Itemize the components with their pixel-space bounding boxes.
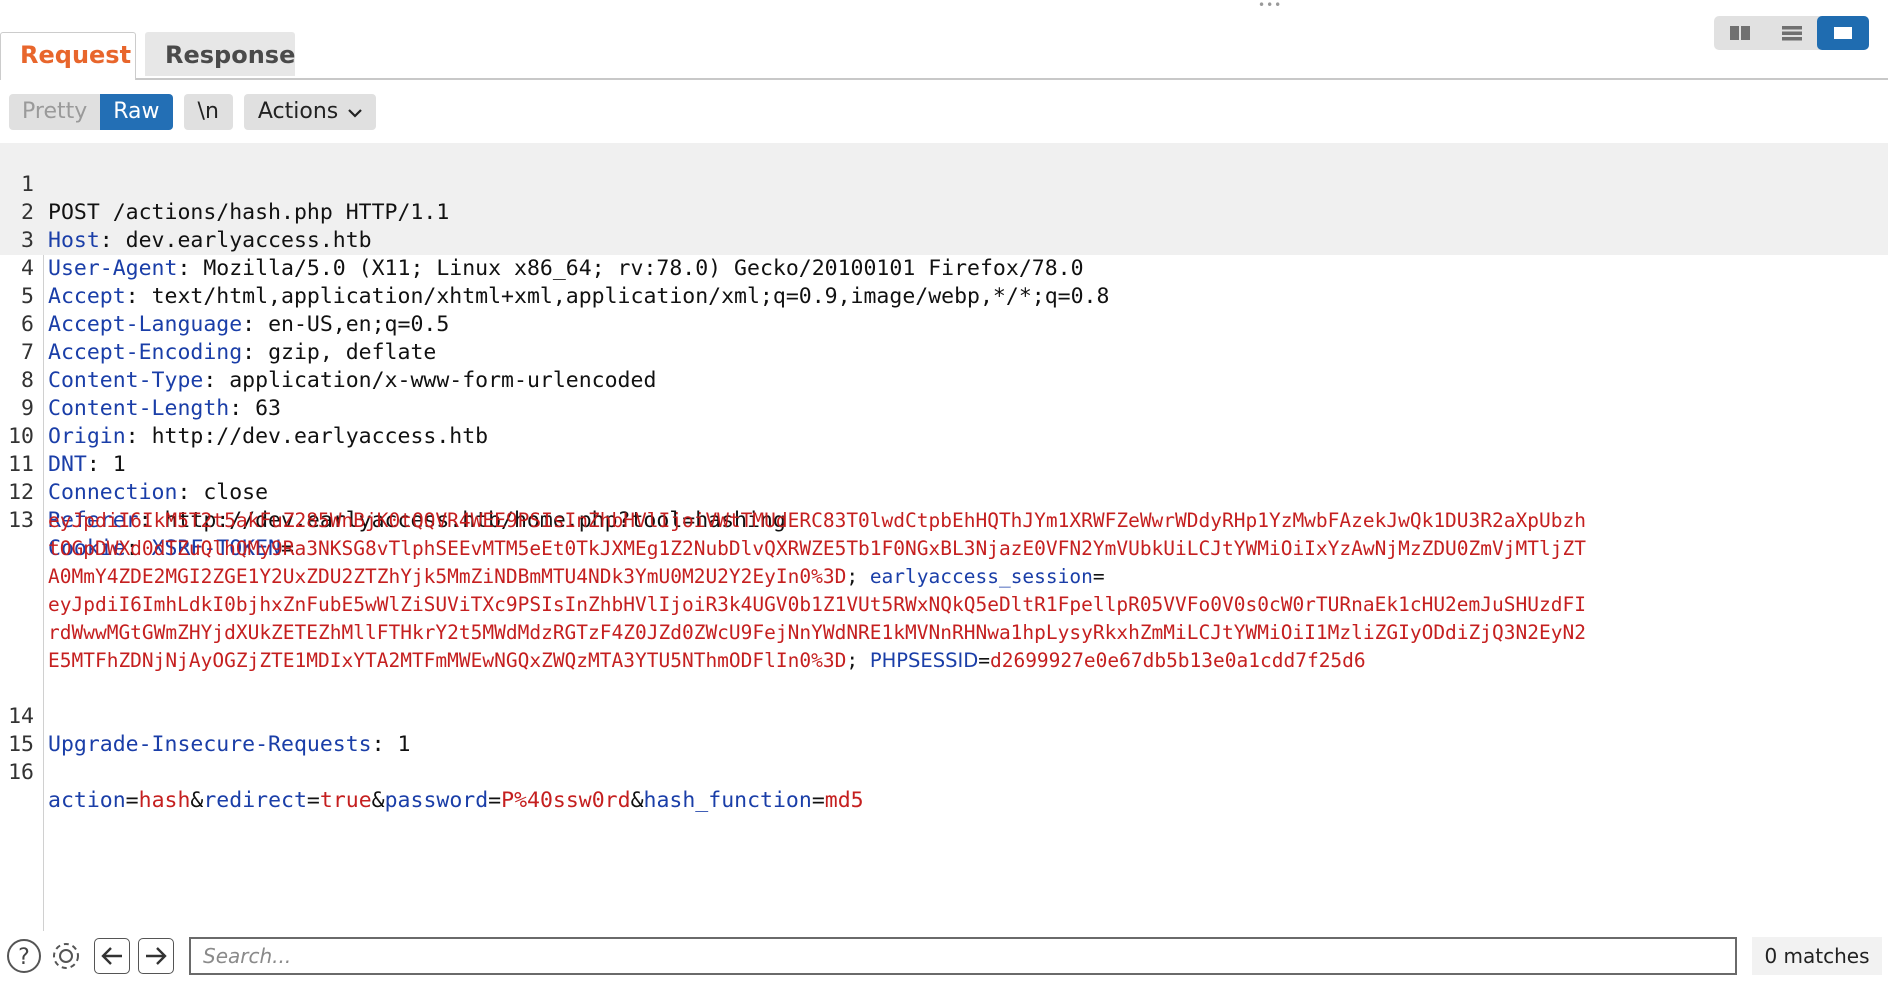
cookie-value-phpsessid: d2699927e0e67db5b13e0a1cdd7f25d6	[989, 649, 1366, 672]
newline-label: \n	[197, 99, 219, 124]
svg-text:?: ?	[18, 945, 30, 970]
cookie-name-session: earlyaccess_session	[869, 565, 1093, 588]
cookie-value-xsrf: eyJpdiI6IkM5T2t5akFuZ285WnBjK0tQQVR4WEE9…	[48, 509, 1586, 532]
request-body: action=hash&redirect=true&password=P%40s…	[48, 788, 864, 813]
param-name: password	[384, 788, 489, 813]
help-icon: ?	[7, 939, 41, 973]
search-input[interactable]	[189, 937, 1737, 975]
cookie-name-phpsessid: PHPSESSID	[869, 649, 979, 672]
request-editor[interactable]: 1 POST /actions/hash.php HTTP/1.1 2 Host…	[0, 143, 1888, 931]
actions-dropdown[interactable]: Actions	[243, 94, 377, 130]
chevron-down-icon	[348, 94, 363, 130]
pretty-button[interactable]: Pretty	[9, 94, 101, 130]
param-name: redirect	[203, 788, 307, 813]
cookie-value-xsrf-end: A0MmY4ZDE2MGI2ZGE1Y2UxZDU2ZTZhYjk5MmZiND…	[48, 565, 1105, 588]
settings-icon	[53, 943, 79, 969]
editor-tabs: Request Response	[0, 32, 1888, 80]
line-number: 16	[8, 760, 34, 785]
previous-match-button[interactable]	[94, 937, 130, 975]
param-name: hash_function	[643, 788, 812, 813]
view-mode-toggle: Pretty Raw	[9, 94, 173, 130]
tab-response[interactable]: Response	[145, 32, 295, 76]
cookie-value-session: E5MTFhZDNjNjAyOGZjZTE1MDIxYTA2MTFmMWEwNG…	[48, 649, 847, 672]
tab-request[interactable]: Request	[0, 32, 136, 80]
drag-handle[interactable]: •••	[1258, 0, 1282, 11]
newline-toggle-button[interactable]: \n	[183, 94, 233, 130]
param-value: hash	[138, 788, 191, 813]
next-match-button[interactable]	[138, 937, 174, 975]
param-value: P%40ssw0rd	[501, 788, 631, 813]
arrow-right-icon	[146, 947, 167, 965]
code-line: 16 action=hash&redirect=true&password=P%…	[0, 731, 1888, 843]
editor-toolbar: Pretty Raw \n Actions	[9, 94, 377, 130]
param-value: true	[319, 788, 372, 813]
actions-label: Actions	[257, 99, 339, 124]
cookie-value-xsrf: A0MmY4ZDE2MGI2ZGE1Y2UxZDU2ZTZhYjk5MmZiND…	[48, 565, 847, 588]
param-value: md5	[824, 788, 864, 813]
arrow-left-icon	[101, 947, 122, 965]
cookie-value-session-end: E5MTFhZDNjNjAyOGZjZTE1MDIxYTA2MTFmMWEwNG…	[48, 649, 1366, 672]
help-button[interactable]: ?	[5, 937, 43, 975]
search-bar: ? 0 matches	[0, 931, 1888, 982]
line-number: 13	[8, 508, 34, 533]
cookie-value-session: rdWwwMGtGWmZHYjdXUkZETEZhMllFTHkrY2t5MWd…	[48, 621, 1586, 644]
cookie-value-xsrf: tOGpDWXd0dTZuQlhQMy9Ra3NKSG8vTlphSEEvMTM…	[48, 537, 1586, 560]
match-count: 0 matches	[1752, 937, 1882, 975]
settings-button[interactable]	[47, 937, 85, 975]
raw-button[interactable]: Raw	[100, 94, 173, 130]
param-name: action	[48, 788, 126, 813]
cookie-value-session: eyJpdiI6ImhLdkI0bjhxZnFubE5wWlZiSUViTXc9…	[48, 593, 1586, 616]
